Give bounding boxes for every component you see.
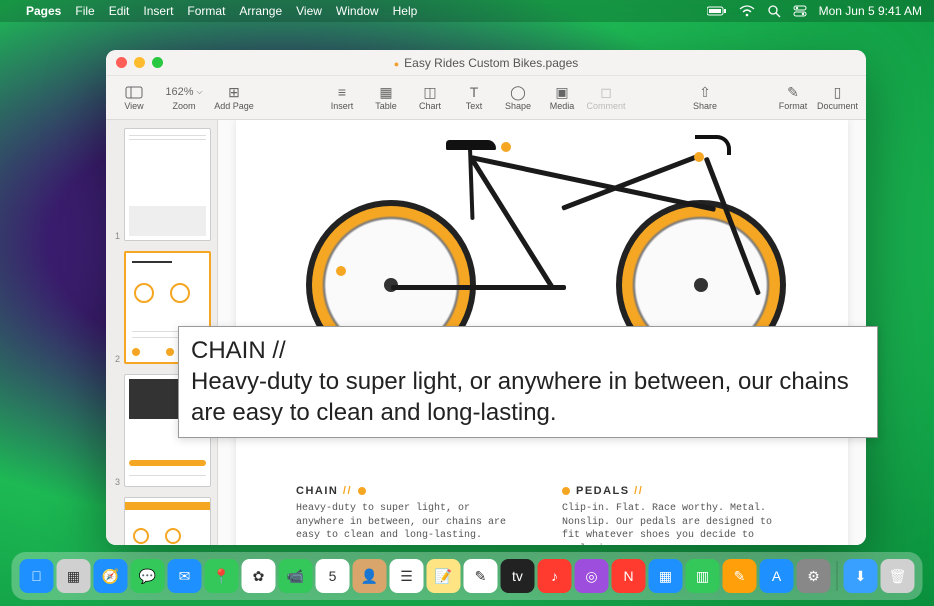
dock-maps[interactable]: 📍 — [205, 559, 239, 593]
dock-mail[interactable]: ✉︎ — [168, 559, 202, 593]
sidebar-icon — [125, 84, 143, 100]
media-button[interactable]: ▣ Media — [542, 76, 582, 120]
menu-view[interactable]: View — [296, 4, 322, 18]
media-icon: ▣ — [553, 84, 571, 100]
hover-line-1: CHAIN // — [191, 335, 865, 366]
thumb-4[interactable]: 4 — [112, 497, 211, 545]
control-center-icon[interactable] — [793, 5, 807, 17]
table-button[interactable]: ▦ Table — [366, 76, 406, 120]
document-title: Easy Rides Custom Bikes.pages — [106, 56, 866, 70]
shape-icon: ◯ — [509, 84, 527, 100]
app-menu[interactable]: Pages — [26, 4, 61, 18]
dock-finder[interactable]: 􀎞 — [20, 559, 54, 593]
pedals-heading: PEDALS // — [562, 485, 788, 497]
dock-safari[interactable]: 🧭 — [94, 559, 128, 593]
menu-file[interactable]: File — [75, 4, 94, 18]
pages-window: Easy Rides Custom Bikes.pages View 162% … — [106, 50, 866, 545]
doc-icon: ▯ — [828, 84, 846, 100]
dock-messages[interactable]: 💬 — [131, 559, 165, 593]
comment-button: ◻ Comment — [586, 76, 626, 120]
dock-tv[interactable]: tv — [501, 559, 535, 593]
dock-appstore[interactable]: A — [760, 559, 794, 593]
callout-dot — [694, 152, 704, 162]
minimize-window[interactable] — [134, 57, 145, 68]
dock-downloads[interactable]: ⬇ — [844, 559, 878, 593]
spotlight-icon[interactable] — [767, 4, 781, 18]
dock-freeform[interactable]: ✎ — [464, 559, 498, 593]
dock: 􀎞▦🧭💬✉︎📍✿📹5👤☰📝✎tv♪◎N▦▥✎A⚙⬇🗑 — [12, 552, 923, 600]
share-button[interactable]: ⇧ Share — [685, 76, 725, 120]
callout-dot — [336, 266, 346, 276]
dock-reminders[interactable]: ☰ — [390, 559, 424, 593]
titlebar[interactable]: Easy Rides Custom Bikes.pages — [106, 50, 866, 76]
hover-line-2: Heavy-duty to super light, or anywhere i… — [191, 366, 865, 428]
menu-window[interactable]: Window — [336, 4, 379, 18]
brush-icon: ✎ — [784, 84, 802, 100]
table-icon: ▦ — [377, 84, 395, 100]
battery-icon[interactable] — [707, 6, 727, 16]
menu-arrange[interactable]: Arrange — [239, 4, 282, 18]
text-button[interactable]: T Text — [454, 76, 494, 120]
dock-keynote[interactable]: ▦ — [649, 559, 683, 593]
dock-podcasts[interactable]: ◎ — [575, 559, 609, 593]
text-icon: T — [465, 84, 483, 100]
format-button[interactable]: ✎ Format — [773, 76, 813, 120]
dock-pages[interactable]: ✎ — [723, 559, 757, 593]
dock-settings[interactable]: ⚙ — [797, 559, 831, 593]
zoom-value: 162% ⌵ — [175, 84, 193, 100]
chain-section[interactable]: CHAIN // Heavy-duty to super light, or a… — [296, 485, 522, 545]
zoom-window[interactable] — [152, 57, 163, 68]
dock-music[interactable]: ♪ — [538, 559, 572, 593]
close-window[interactable] — [116, 57, 127, 68]
callout-dot-icon — [358, 487, 366, 495]
add-page-button[interactable]: ⊞ Add Page — [214, 76, 254, 120]
clock[interactable]: Mon Jun 5 9:41 AM — [819, 4, 922, 18]
zoom-button[interactable]: 162% ⌵ Zoom — [158, 76, 210, 120]
chain-body[interactable]: Heavy-duty to super light, or anywhere i… — [296, 502, 522, 543]
plus-icon: ⊞ — [225, 84, 243, 100]
dock-news[interactable]: N — [612, 559, 646, 593]
chart-button[interactable]: ◫ Chart — [410, 76, 450, 120]
dock-contacts[interactable]: 👤 — [353, 559, 387, 593]
chain-heading: CHAIN // — [296, 485, 522, 497]
menu-edit[interactable]: Edit — [109, 4, 130, 18]
menu-format[interactable]: Format — [187, 4, 225, 18]
document-button[interactable]: ▯ Document — [817, 76, 858, 120]
dock-photos[interactable]: ✿ — [242, 559, 276, 593]
pedals-section[interactable]: PEDALS // Clip-in. Flat. Race worthy. Me… — [562, 485, 788, 545]
dock-numbers[interactable]: ▥ — [686, 559, 720, 593]
wifi-icon[interactable] — [739, 5, 755, 17]
callout-dot — [501, 142, 511, 152]
chart-icon: ◫ — [421, 84, 439, 100]
insert-button[interactable]: ≡ Insert — [322, 76, 362, 120]
dock-trash[interactable]: 🗑 — [881, 559, 915, 593]
toolbar: View 162% ⌵ Zoom ⊞ Add Page ≡ Insert ▦ T… — [106, 76, 866, 120]
shape-button[interactable]: ◯ Shape — [498, 76, 538, 120]
dock-calendar[interactable]: 5 — [316, 559, 350, 593]
menu-help[interactable]: Help — [393, 4, 418, 18]
comment-icon: ◻ — [597, 84, 615, 100]
dock-launchpad[interactable]: ▦ — [57, 559, 91, 593]
menubar: Pages File Edit Insert Format Arrange Vi… — [0, 0, 934, 22]
hover-text-overlay: CHAIN // Heavy-duty to super light, or a… — [178, 326, 878, 438]
share-icon: ⇧ — [696, 84, 714, 100]
insert-icon: ≡ — [333, 84, 351, 100]
dock-facetime[interactable]: 📹 — [279, 559, 313, 593]
dock-notes[interactable]: 📝 — [427, 559, 461, 593]
pedals-body[interactable]: Clip-in. Flat. Race worthy. Metal. Nonsl… — [562, 502, 788, 545]
callout-dot-icon — [562, 487, 570, 495]
thumb-1[interactable]: 1 — [112, 128, 211, 241]
menu-insert[interactable]: Insert — [143, 4, 173, 18]
view-button[interactable]: View — [114, 76, 154, 120]
text-columns: CHAIN // Heavy-duty to super light, or a… — [296, 485, 788, 545]
seat — [446, 140, 496, 150]
